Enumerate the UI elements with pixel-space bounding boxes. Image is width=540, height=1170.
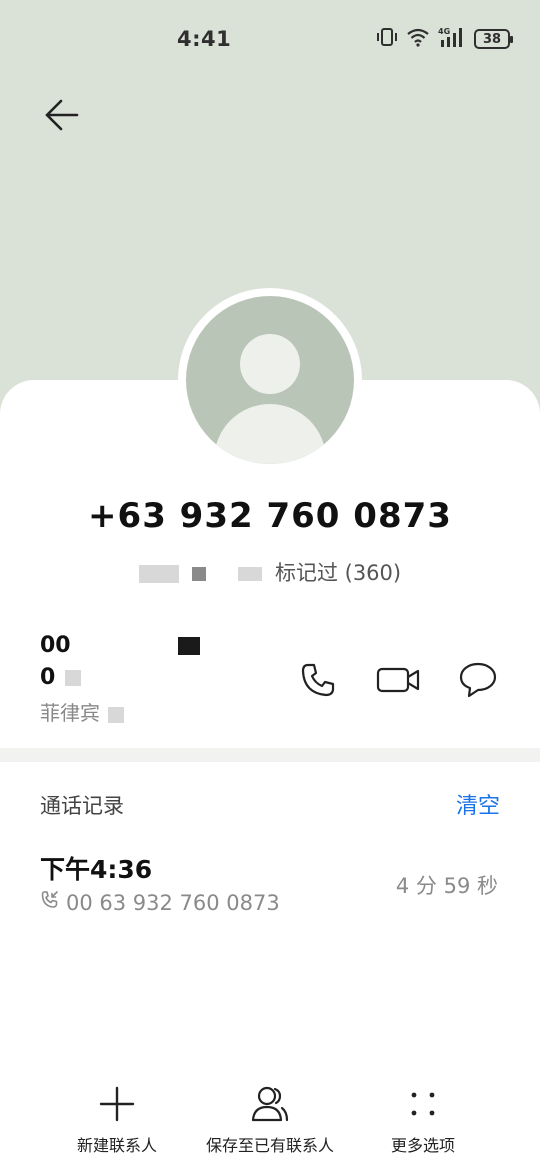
- avatar: [186, 296, 354, 464]
- vibrate-icon: [376, 27, 398, 51]
- message-button[interactable]: [454, 658, 502, 706]
- number-line-2: 0: [40, 662, 290, 694]
- phone-icon: [298, 660, 338, 704]
- contact-number-title: +63 932 760 0873: [0, 496, 540, 536]
- redaction-block: [191, 567, 206, 581]
- bottom-action-bar: 新建联系人 保存至已有联系人 更多选项: [0, 1082, 540, 1170]
- redaction-block: [138, 565, 179, 583]
- video-call-button[interactable]: [374, 658, 422, 706]
- back-button[interactable]: [36, 92, 86, 142]
- avatar-body: [214, 404, 326, 464]
- call-number-text: 00 63 932 760 0873: [66, 890, 280, 915]
- message-icon: [457, 660, 499, 704]
- save-to-existing-contact-button[interactable]: 保存至已有联系人: [190, 1082, 350, 1156]
- redaction-block: [238, 567, 263, 581]
- mark-line: 标记过 (360): [0, 557, 540, 587]
- video-icon: [375, 663, 421, 701]
- new-contact-label: 新建联系人: [76, 1136, 157, 1155]
- redaction-block: [178, 637, 201, 655]
- call-time: 下午4:36: [40, 855, 153, 884]
- redaction-block: [64, 670, 81, 686]
- person-icon: [250, 1082, 290, 1126]
- battery-icon: 38: [474, 29, 513, 49]
- more-options-label: 更多选项: [390, 1136, 455, 1155]
- call-log-title: 通话记录: [40, 794, 124, 818]
- save-to-existing-label: 保存至已有联系人: [205, 1136, 334, 1155]
- signal-icon: 4G: [438, 26, 466, 52]
- plus-icon: [97, 1082, 137, 1126]
- number-location-text: 菲律宾: [40, 701, 100, 725]
- clear-call-log-button[interactable]: 清空: [456, 788, 500, 820]
- number-line-1-text: 00: [40, 633, 71, 658]
- wifi-icon: [406, 27, 430, 51]
- number-line-1: 00: [40, 630, 290, 662]
- status-icons: 4G 38: [376, 26, 513, 52]
- status-bar: 4:41 4G 38: [0, 0, 540, 78]
- section-divider: [0, 748, 540, 762]
- call-button[interactable]: [294, 658, 342, 706]
- call-log-entry[interactable]: 下午4:36 00 63 932 760 0873 4 分 59 秒: [0, 844, 540, 924]
- battery-level: 38: [482, 31, 502, 47]
- svg-text:4G: 4G: [438, 27, 450, 36]
- contact-number-text: +63 932 760 0873: [88, 496, 452, 536]
- more-options-button[interactable]: 更多选项: [343, 1082, 503, 1156]
- mark-text: 标记过 (360): [274, 561, 402, 585]
- new-contact-button[interactable]: 新建联系人: [37, 1082, 197, 1156]
- call-number: 00 63 932 760 0873: [40, 890, 280, 915]
- back-arrow-icon: [41, 97, 81, 137]
- redaction-block: [108, 706, 125, 723]
- number-info: 00 0 菲律宾: [40, 630, 290, 728]
- number-line-2-text: 0: [40, 665, 56, 690]
- number-location: 菲律宾: [40, 698, 290, 728]
- incoming-call-icon: [40, 890, 60, 915]
- more-dots-icon: [403, 1082, 443, 1126]
- status-time: 4:41: [177, 27, 232, 51]
- avatar-head: [240, 334, 300, 394]
- call-duration: 4 分 59 秒: [395, 874, 498, 898]
